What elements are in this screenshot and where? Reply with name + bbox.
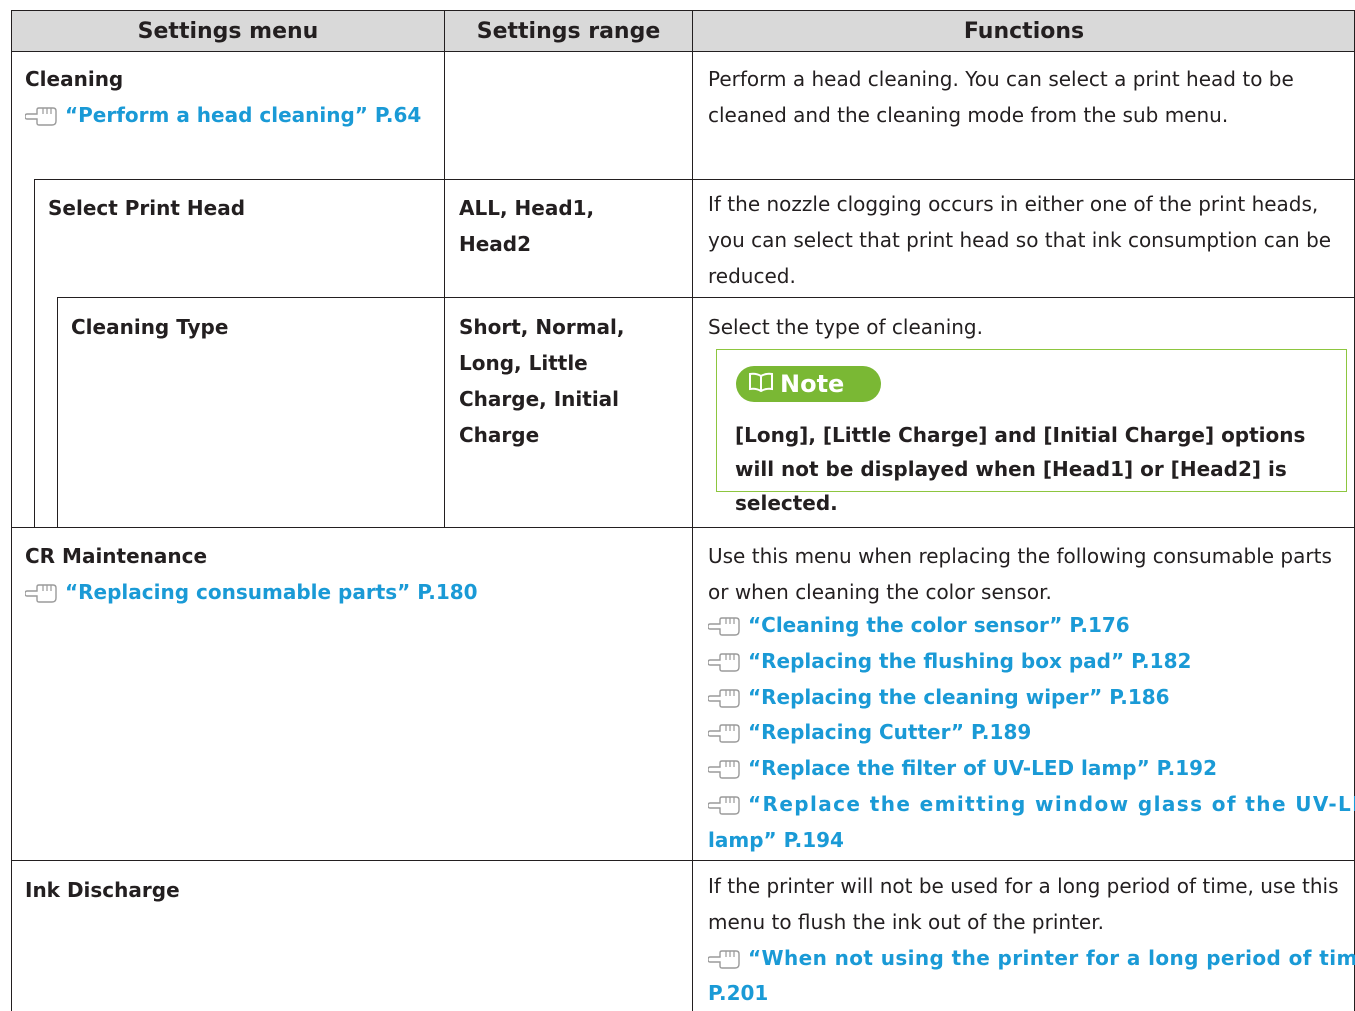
pointing-hand-icon xyxy=(25,106,65,128)
menu-cleaning: Cleaning xyxy=(25,67,124,91)
ref-link-cleaning-color-sensor[interactable]: “Cleaning the color sensor” P.176 xyxy=(708,607,1130,643)
ref-text[interactable]: “When not using the printer for a long p… xyxy=(748,946,1355,970)
ref-text[interactable]: “Perform a head cleaning” P.64 xyxy=(65,103,421,127)
pointing-hand-icon xyxy=(708,652,748,674)
menu-ink-discharge: Ink Discharge xyxy=(25,878,180,902)
menu-cr-maintenance: CR Maintenance xyxy=(25,544,208,568)
table-border xyxy=(57,297,1355,298)
range-select-print-head-1: ALL, Head1, xyxy=(459,196,595,220)
note-box: Note [Long], [Little Charge] and [Initia… xyxy=(716,349,1347,515)
ref-link-cleaning-wiper[interactable]: “Replacing the cleaning wiper” P.186 xyxy=(708,679,1170,715)
pointing-hand-icon xyxy=(25,583,65,605)
header-settings-range: Settings range xyxy=(445,11,692,51)
pointing-hand-icon xyxy=(708,795,748,817)
ref-link-uv-led-window-glass-cont[interactable]: lamp” P.194 xyxy=(708,822,844,858)
function-ink-discharge: If the printer will not be used for a lo… xyxy=(708,874,1339,934)
note-label: Note xyxy=(780,370,845,398)
function-select-print-head: If the nozzle clogging occurs in either … xyxy=(708,192,1332,288)
header-label: Settings range xyxy=(476,18,661,44)
ref-link-long-period-cont[interactable]: P.201 xyxy=(708,975,768,1011)
table-border xyxy=(57,297,58,527)
table-border xyxy=(11,10,1355,11)
ref-text[interactable]: “Replacing consumable parts” P.180 xyxy=(65,580,478,604)
range-cleaning-type-3: Charge, Initial xyxy=(459,387,620,411)
menu-select-print-head: Select Print Head xyxy=(48,196,246,220)
function-cleaning-type: Select the type of cleaning. xyxy=(708,315,983,339)
ref-text[interactable]: “Replacing the cleaning wiper” P.186 xyxy=(748,685,1170,709)
header-functions: Functions xyxy=(693,11,1355,51)
pointing-hand-icon xyxy=(708,759,748,781)
ref-text[interactable]: lamp” P.194 xyxy=(708,828,844,852)
function-cr-maintenance: Use this menu when replacing the followi… xyxy=(708,544,1332,604)
header-label: Functions xyxy=(963,18,1085,44)
table-border xyxy=(11,10,12,1011)
ref-text[interactable]: “Replacing Cutter” P.189 xyxy=(748,720,1031,744)
header-settings-menu: Settings menu xyxy=(12,11,444,51)
table-border xyxy=(34,179,1355,180)
ref-link-head-cleaning[interactable]: “Perform a head cleaning” P.64 xyxy=(25,97,421,133)
table-border xyxy=(11,51,1355,52)
range-select-print-head-2: Head2 xyxy=(459,232,532,256)
function-cleaning: Perform a head cleaning. You can select … xyxy=(708,67,1294,127)
book-icon xyxy=(748,370,774,398)
pointing-hand-icon xyxy=(708,688,748,710)
range-cleaning-type-1: Short, Normal, xyxy=(459,315,625,339)
ref-link-long-period[interactable]: “When not using the printer for a long p… xyxy=(708,940,1355,976)
ref-text[interactable]: “Cleaning the color sensor” P.176 xyxy=(748,613,1130,637)
table-border xyxy=(34,179,35,527)
ref-text[interactable]: P.201 xyxy=(708,981,768,1005)
pointing-hand-icon xyxy=(708,723,748,745)
ref-text[interactable]: “Replace the filter of UV-LED lamp” P.19… xyxy=(748,756,1217,780)
table-border xyxy=(444,51,445,527)
table-border xyxy=(692,10,693,1011)
ref-link-replacing-consumable-parts[interactable]: “Replacing consumable parts” P.180 xyxy=(25,574,478,610)
table-border xyxy=(11,527,1355,528)
ref-text[interactable]: “Replacing the flushing box pad” P.182 xyxy=(748,649,1191,673)
ref-link-uv-led-filter[interactable]: “Replace the filter of UV-LED lamp” P.19… xyxy=(708,750,1217,786)
pointing-hand-icon xyxy=(708,949,748,971)
pointing-hand-icon xyxy=(708,616,748,638)
settings-table: Settings menu Settings range Functions C… xyxy=(0,0,1355,1011)
ref-text[interactable]: “Replace the emitting window glass of th… xyxy=(748,792,1355,816)
ref-link-uv-led-window-glass[interactable]: “Replace the emitting window glass of th… xyxy=(708,786,1355,822)
note-text: [Long], [Little Charge] and [Initial Cha… xyxy=(735,423,1306,515)
header-label: Settings menu xyxy=(137,18,319,44)
ref-link-flushing-box-pad[interactable]: “Replacing the flushing box pad” P.182 xyxy=(708,643,1191,679)
range-cleaning-type-4: Charge xyxy=(459,423,540,447)
note-badge: Note xyxy=(736,366,881,402)
table-border xyxy=(11,860,1355,861)
ref-link-replacing-cutter[interactable]: “Replacing Cutter” P.189 xyxy=(708,714,1031,750)
range-cleaning-type-2: Long, Little xyxy=(459,351,588,375)
table-border xyxy=(444,10,445,51)
menu-cleaning-type: Cleaning Type xyxy=(71,315,229,339)
